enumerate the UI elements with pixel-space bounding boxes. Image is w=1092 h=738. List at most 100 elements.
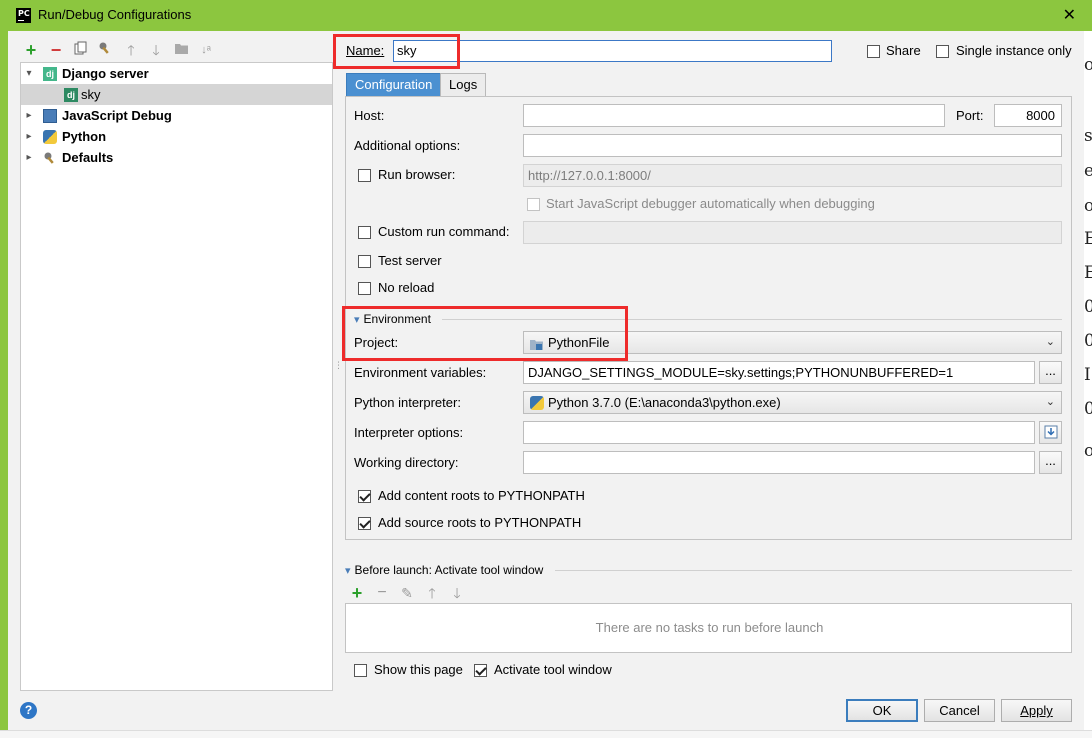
remove-configuration-icon[interactable]: − [47,40,65,60]
js-debugger-checkbox[interactable] [527,196,540,212]
tree-item-label: Defaults [62,150,114,165]
splitter-handle[interactable]: ⋮ [334,360,343,371]
host-label: Host: [354,108,385,123]
tree-item-label: Python [62,129,107,144]
custom-run-command-input[interactable] [523,221,1062,244]
run-browser-checkbox[interactable] [358,167,371,183]
environment-variables-label: Environment variables: [354,365,487,380]
tree-item-defaults[interactable]: ▸ Defaults [21,147,332,168]
run-debug-configurations-dialog: PC Run/Debug Configurations ✕ o s e o E … [0,0,1092,738]
source-roots-checkbox[interactable] [358,515,371,531]
help-icon[interactable]: ? [20,702,37,719]
activate-tool-window-label: Activate tool window [494,662,612,677]
highlight-box-environment [342,306,628,361]
single-instance-checkbox[interactable] [936,43,949,59]
edit-defaults-icon[interactable] [97,40,115,60]
content-roots-checkbox[interactable] [358,488,371,504]
window-border [0,0,8,738]
custom-run-command-label: Custom run command: [378,224,510,239]
configuration-tree[interactable]: ▾ dj Django server dj sky ▸ JavaScript D… [20,62,333,691]
edit-task-icon[interactable]: ✎ [398,583,416,603]
background-bottom-strip [0,730,1092,738]
python-interpreter-value: Python 3.7.0 (E:\anaconda3\python.exe) [548,395,781,410]
js-debugger-label: Start JavaScript debugger automatically … [546,196,875,211]
tree-item-django-server[interactable]: ▾ dj Django server [21,63,332,84]
add-task-icon[interactable]: + [348,583,366,603]
chevron-down-icon: ⌄ [1045,336,1055,348]
chevron-down-icon: ⌄ [1045,396,1055,408]
move-task-up-icon[interactable]: 🡑 [423,583,441,603]
collapse-arrow-icon[interactable]: ▾ [24,63,34,84]
tree-item-label: Django server [62,66,149,81]
interpreter-options-input[interactable] [523,421,1035,444]
section-divider [555,570,1072,571]
browse-working-dir-button[interactable]: ... [1039,451,1062,474]
close-icon[interactable]: ✕ [1063,5,1076,25]
port-input[interactable]: 8000 [994,104,1062,127]
show-this-page-label: Show this page [374,662,463,677]
tree-item-sky[interactable]: dj sky [21,84,332,105]
before-launch-task-list[interactable]: There are no tasks to run before launch [345,603,1072,653]
background-char: 0 [1084,331,1092,351]
add-configuration-icon[interactable]: + [22,40,40,60]
move-down-icon[interactable]: 🡓 [147,40,165,60]
python-interpreter-label: Python interpreter: [354,395,461,410]
edit-env-vars-button[interactable]: ... [1039,361,1062,384]
pycharm-app-icon: PC [16,8,31,23]
run-browser-url-input[interactable]: http://127.0.0.1:8000/ [523,164,1062,187]
empty-tasks-message: There are no tasks to run before launch [595,620,824,635]
folder-icon[interactable] [172,40,190,60]
background-editor-strip: o s e o E E 0 0 I 0 o [1084,31,1092,738]
background-char: 0 [1084,297,1092,317]
wrench-icon [43,151,57,165]
additional-options-label: Additional options: [354,138,461,153]
show-this-page-checkbox[interactable] [354,662,367,678]
django-icon: dj [43,67,57,81]
working-directory-input[interactable] [523,451,1035,474]
tree-item-label: sky [81,87,101,102]
before-launch-section-title[interactable]: Before launch: Activate tool window [345,563,544,577]
python-icon [530,396,544,410]
background-char: s [1084,126,1092,146]
remove-task-icon[interactable]: − [373,583,391,603]
interpreter-options-label: Interpreter options: [354,425,464,440]
apply-button[interactable]: Apply [1001,699,1072,722]
highlight-box-name [333,34,460,69]
custom-run-command-checkbox[interactable] [358,224,371,240]
tree-item-python[interactable]: ▸ Python [21,126,332,147]
share-checkbox[interactable] [867,43,880,59]
tab-configuration[interactable]: Configuration [346,73,442,96]
working-directory-label: Working directory: [354,455,459,470]
python-icon [43,130,57,144]
python-interpreter-select[interactable]: Python 3.7.0 (E:\anaconda3\python.exe) ⌄ [523,391,1062,414]
background-char: 0 [1084,399,1092,419]
source-roots-label: Add source roots to PYTHONPATH [378,515,582,530]
expand-arrow-icon[interactable]: ▸ [24,147,34,168]
environment-variables-input[interactable]: DJANGO_SETTINGS_MODULE=sky.settings;PYTH… [523,361,1035,384]
no-reload-checkbox[interactable] [358,280,371,296]
expand-field-icon[interactable] [1039,421,1062,444]
run-browser-label: Run browser: [378,167,456,182]
tab-logs[interactable]: Logs [440,73,487,96]
copy-configuration-icon[interactable] [72,40,90,60]
title-bar[interactable]: PC Run/Debug Configurations ✕ [0,0,1092,31]
single-instance-label: Single instance only [956,43,1072,58]
cancel-button[interactable]: Cancel [924,699,995,722]
no-reload-label: No reload [378,280,435,295]
host-input[interactable] [523,104,945,127]
background-char: o [1084,196,1092,216]
expand-arrow-icon[interactable]: ▸ [24,126,34,147]
javascript-debug-icon [43,109,57,123]
sort-alphabetically-icon[interactable]: ↓ᵃ [197,40,215,60]
share-label: Share [886,43,921,58]
move-task-down-icon[interactable]: 🡓 [448,583,466,603]
test-server-checkbox[interactable] [358,253,371,269]
test-server-label: Test server [378,253,442,268]
expand-arrow-icon[interactable]: ▸ [24,105,34,126]
move-up-icon[interactable]: 🡑 [122,40,140,60]
activate-tool-window-checkbox[interactable] [474,662,487,678]
tree-item-javascript-debug[interactable]: ▸ JavaScript Debug [21,105,332,126]
additional-options-input[interactable] [523,134,1062,157]
background-char: o [1084,55,1092,75]
ok-button[interactable]: OK [846,699,918,722]
